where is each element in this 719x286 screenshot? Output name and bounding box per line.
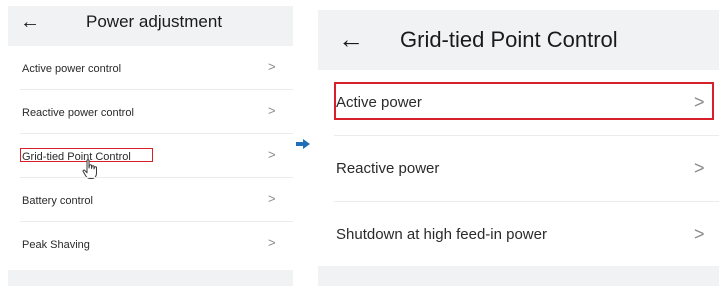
list-item-label: Active power bbox=[336, 94, 422, 111]
list-item-peak-shaving[interactable]: Peak Shaving > bbox=[8, 222, 293, 266]
list-item-shutdown-at-high-feed-in-power[interactable]: Shutdown at high feed-in power > bbox=[318, 202, 719, 268]
list-item-label: Shutdown at high feed-in power bbox=[336, 226, 547, 243]
chevron-right-icon: > bbox=[694, 92, 705, 112]
back-arrow-icon[interactable]: ← bbox=[20, 10, 40, 34]
chevron-right-icon: > bbox=[694, 224, 705, 244]
list-item-reactive-power-control[interactable]: Reactive power control > bbox=[8, 90, 293, 134]
tutorial-screenshot: ← Power adjustment Active power control … bbox=[0, 0, 719, 286]
header-bar: ← Power adjustment bbox=[8, 6, 293, 42]
settings-list: Active power > Reactive power > Shutdown… bbox=[318, 70, 719, 266]
list-item-label: Peak Shaving bbox=[22, 239, 90, 251]
list-item-label: Reactive power bbox=[336, 160, 440, 177]
list-item-reactive-power[interactable]: Reactive power > bbox=[318, 136, 719, 202]
list-item-label: Active power control bbox=[22, 63, 122, 75]
settings-list: Active power control > Reactive power co… bbox=[8, 46, 293, 270]
chevron-right-icon: > bbox=[268, 147, 276, 162]
list-item-active-power-control[interactable]: Active power control > bbox=[8, 46, 293, 90]
arrow-right-icon bbox=[296, 139, 310, 149]
list-item-label: Reactive power control bbox=[22, 107, 134, 119]
chevron-right-icon: > bbox=[268, 235, 276, 250]
back-arrow-icon[interactable]: ← bbox=[338, 24, 364, 54]
power-adjustment-screen: ← Power adjustment Active power control … bbox=[8, 6, 293, 286]
list-item-grid-tied-point-control[interactable]: Grid-tied Point Control > bbox=[8, 134, 293, 179]
chevron-right-icon: > bbox=[268, 191, 276, 206]
list-item-active-power[interactable]: Active power > bbox=[318, 70, 719, 136]
page-title: Grid-tied Point Control bbox=[400, 27, 618, 52]
chevron-right-icon: > bbox=[694, 158, 705, 178]
list-item-battery-control[interactable]: Battery control > bbox=[8, 178, 293, 222]
page-title: Power adjustment bbox=[86, 12, 223, 31]
chevron-right-icon: > bbox=[268, 59, 276, 74]
header-bar: ← Grid-tied Point Control bbox=[318, 10, 719, 66]
list-item-label: Battery control bbox=[22, 195, 93, 207]
chevron-right-icon: > bbox=[268, 103, 276, 118]
grid-tied-point-control-screen: ← Grid-tied Point Control Active power >… bbox=[318, 10, 719, 286]
